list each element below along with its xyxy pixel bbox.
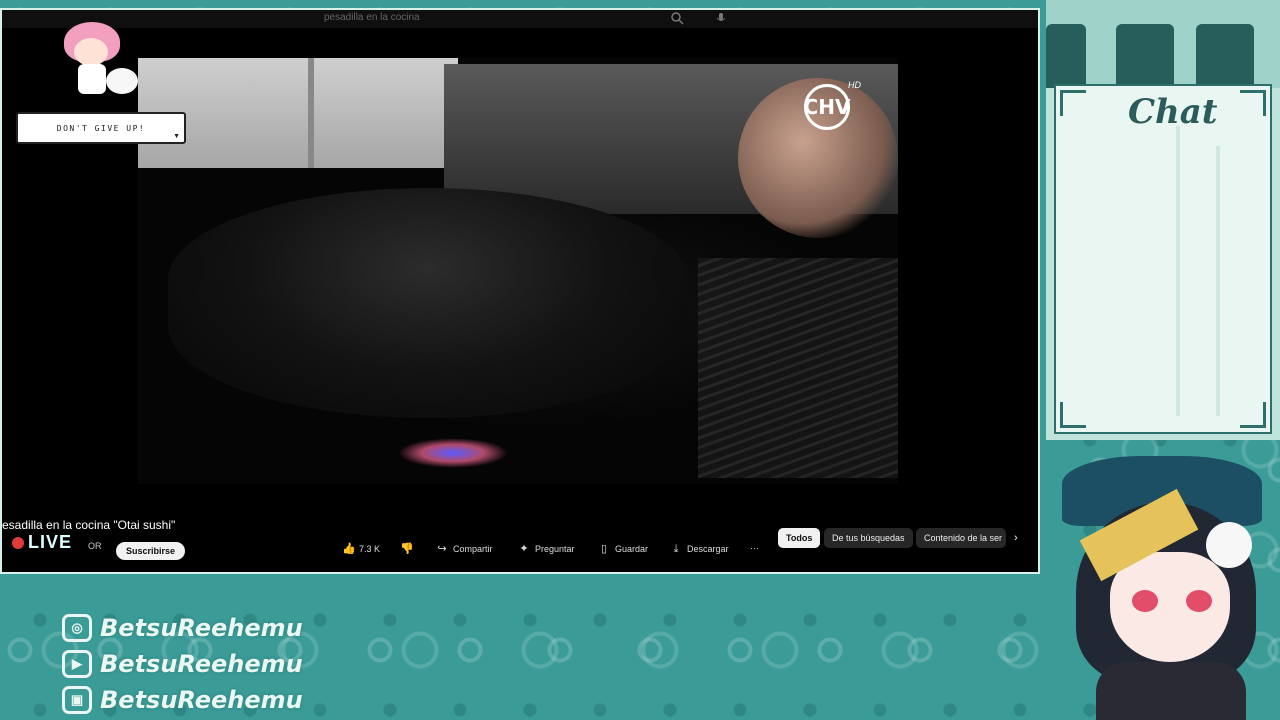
channel-name[interactable]: OR (88, 541, 102, 551)
lantern-icon (1046, 24, 1086, 88)
corner-ornament-icon (1060, 402, 1086, 428)
mic-icon[interactable] (714, 11, 728, 25)
video-frame-tile (308, 58, 314, 168)
social-handle: BetsuReehemu (100, 686, 303, 714)
chat-title: Chat (1128, 92, 1218, 132)
thumbs-down-icon: 👎 (400, 543, 414, 555)
corner-ornament-icon (1060, 90, 1086, 116)
chat-panel-header (1046, 0, 1280, 88)
social-instagram: ◎ BetsuReehemu (62, 614, 303, 642)
thumbs-up-icon: 👍 (342, 543, 356, 555)
mascot-face (74, 38, 108, 66)
chip-contenido-serie[interactable]: Contenido de la ser (916, 528, 1006, 548)
sparkle-icon: ✦ (519, 543, 529, 555)
lantern-icon (1196, 24, 1254, 88)
watermark-hd: HD (848, 80, 861, 90)
chevron-right-icon[interactable]: › (1014, 532, 1018, 544)
chip-de-tus-busquedas[interactable]: De tus búsquedas (824, 528, 913, 548)
mascot-cat (106, 68, 138, 94)
search-input[interactable]: pesadilla en la cocina (324, 12, 420, 23)
share-label: Compartir (453, 544, 493, 554)
mascot-sprite (58, 18, 142, 98)
corner-ornament-icon (1240, 402, 1266, 428)
browser-window: pesadilla en la cocina CHV HD esadilla e… (0, 8, 1040, 574)
chat-box: Chat (1054, 84, 1272, 434)
video-frame-flame (398, 438, 508, 468)
live-dot-icon (12, 536, 24, 549)
message-text: DON'T GIVE UP! (56, 123, 146, 133)
bunny-icon (1206, 522, 1252, 568)
chip-todos[interactable]: Todos (778, 528, 821, 548)
download-button[interactable]: ⤓ Descargar (670, 543, 729, 555)
video-frame-pan (168, 188, 688, 418)
share-icon: ↪ (437, 543, 447, 555)
save-label: Guardar (615, 544, 649, 554)
youtube-icon: ▶ (62, 650, 92, 678)
more-actions-button[interactable]: ··· (750, 543, 759, 553)
like-count: 7.3 K (359, 544, 381, 554)
avatar-face (1110, 552, 1230, 662)
vtuber-avatar (1056, 432, 1280, 720)
stream-overlay: pesadilla en la cocina CHV HD esadilla e… (0, 0, 1280, 720)
dislike-button[interactable]: 👎 (400, 543, 414, 555)
video-frame-grate (698, 258, 898, 478)
video-frame-wall (138, 58, 458, 168)
lantern-icon (1116, 24, 1174, 88)
avatar-eye-right (1186, 590, 1212, 612)
like-button[interactable]: 👍 7.3 K (342, 543, 380, 555)
message-box: DON'T GIVE UP! ▼ (16, 112, 186, 144)
ask-button[interactable]: ✦ Preguntar (518, 543, 575, 555)
triangle-down-icon: ▼ (173, 133, 180, 140)
bamboo-decoration (1176, 126, 1180, 416)
social-handle: BetsuReehemu (100, 614, 303, 642)
more-icon: ··· (750, 543, 759, 553)
search-icon[interactable] (670, 11, 684, 25)
social-twitch: ▣ BetsuReehemu (62, 686, 303, 714)
avatar-eye-left (1132, 590, 1158, 612)
bamboo-decoration (1216, 146, 1220, 416)
corner-ornament-icon (1240, 90, 1266, 116)
subscribe-button[interactable]: Suscribirse (116, 542, 186, 560)
mascot-body (78, 64, 106, 94)
download-icon: ⤓ (673, 543, 679, 555)
twitch-icon: ▣ (62, 686, 92, 714)
live-label: LIVE (28, 532, 73, 552)
video-player[interactable]: CHV HD (138, 58, 898, 484)
social-youtube: ▶ BetsuReehemu (62, 650, 303, 678)
bookmark-icon: ▯ (600, 543, 608, 555)
download-label: Descargar (687, 544, 729, 554)
share-button[interactable]: ↪ Compartir (436, 543, 493, 555)
top-bar: pesadilla en la cocina (2, 10, 1038, 28)
live-badge: LIVE (12, 532, 72, 553)
save-button[interactable]: ▯ Guardar (598, 543, 648, 555)
instagram-icon: ◎ (62, 614, 92, 642)
ask-label: Preguntar (535, 544, 575, 554)
social-handle: BetsuReehemu (100, 650, 303, 678)
channel-watermark: CHV (804, 84, 850, 130)
chat-panel: Chat (1046, 0, 1280, 440)
avatar-body (1096, 662, 1246, 720)
video-title: esadilla en la cocina "Otai sushi" (2, 518, 176, 532)
